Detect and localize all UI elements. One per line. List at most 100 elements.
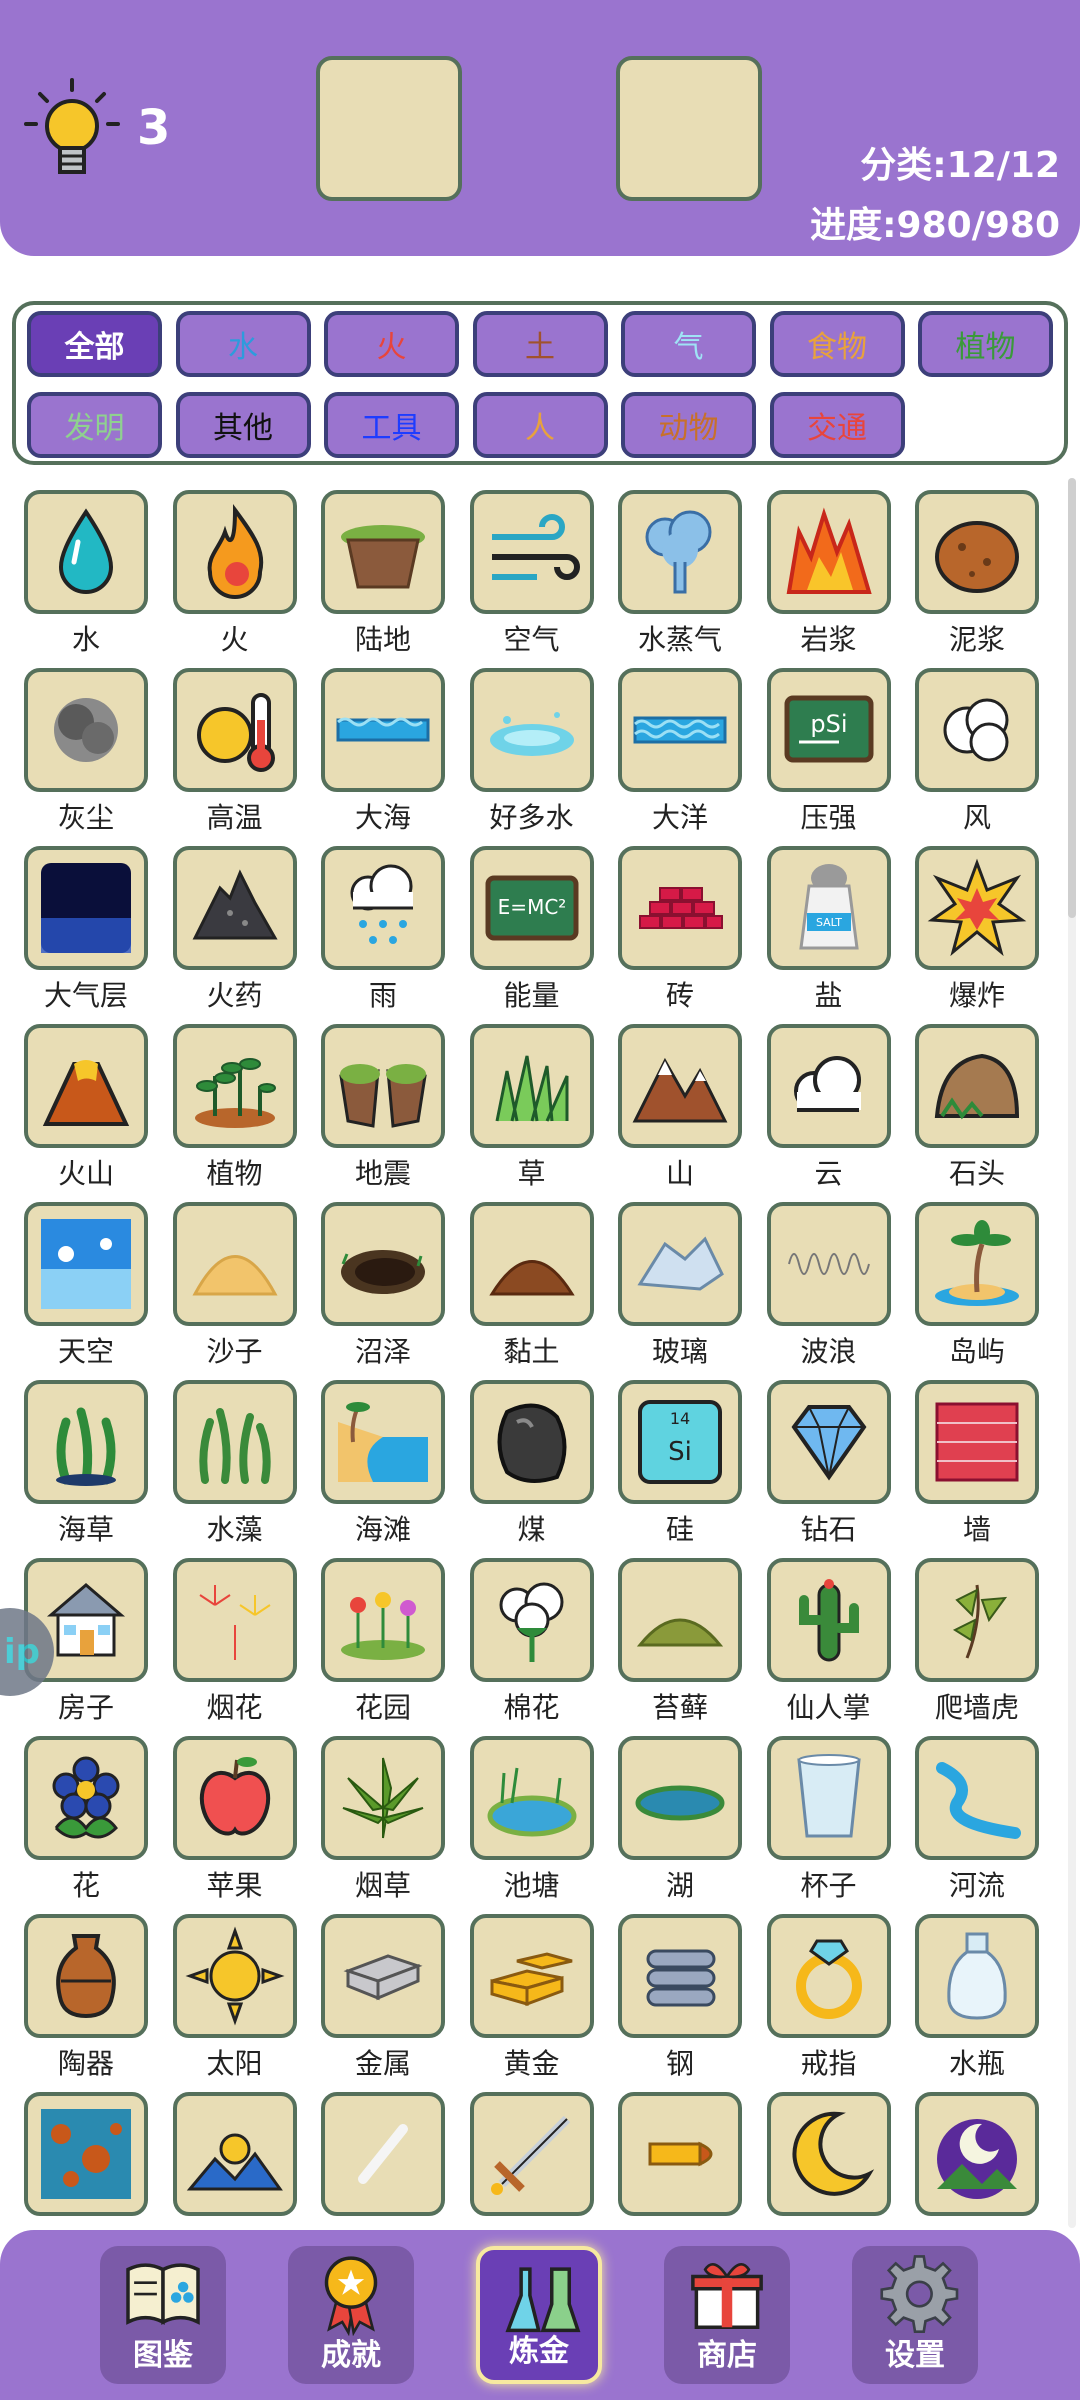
nav-item[interactable]: 商店 (664, 2246, 790, 2384)
element-item[interactable]: 陶器 (12, 1902, 160, 2080)
element-tile[interactable] (321, 1736, 445, 1860)
element-tile[interactable] (766, 1558, 891, 1682)
category-chip[interactable]: 人 (472, 392, 608, 458)
element-tile[interactable] (915, 1202, 1039, 1326)
element-item[interactable]: 黄金 (458, 1902, 606, 2080)
element-tile[interactable] (766, 1202, 891, 1326)
element-item[interactable]: 大气层 (12, 834, 160, 1012)
element-tile[interactable] (24, 1380, 148, 1504)
element-tile[interactable] (172, 1202, 297, 1326)
element-item[interactable] (903, 2080, 1051, 2230)
element-item[interactable] (755, 2080, 903, 2230)
element-item[interactable]: SALT 盐 (755, 834, 903, 1012)
element-tile[interactable] (321, 1024, 445, 1148)
element-item[interactable]: 玻璃 (606, 1190, 754, 1368)
element-tile[interactable] (618, 490, 742, 614)
category-chip[interactable]: 土 (472, 311, 608, 377)
element-item[interactable] (161, 2080, 309, 2230)
category-chip[interactable]: 水 (175, 311, 311, 377)
element-item[interactable]: pSi 压强 (755, 656, 903, 834)
element-tile[interactable] (469, 2092, 594, 2216)
category-chip[interactable]: 其他 (175, 392, 311, 458)
combine-slot-left[interactable] (316, 56, 462, 201)
element-tile[interactable] (915, 1914, 1039, 2038)
element-item[interactable]: 泥浆 (903, 478, 1051, 656)
combine-slot-right[interactable] (616, 56, 762, 201)
element-item[interactable] (309, 2080, 457, 2230)
element-tile[interactable] (766, 1024, 891, 1148)
element-tile[interactable] (915, 490, 1039, 614)
element-tile[interactable] (172, 490, 297, 614)
element-tile[interactable] (766, 490, 891, 614)
element-item[interactable]: 空气 (458, 478, 606, 656)
element-tile[interactable] (172, 1558, 297, 1682)
element-item[interactable] (12, 2080, 160, 2230)
element-item[interactable]: 高温 (161, 656, 309, 834)
element-tile[interactable] (915, 668, 1039, 792)
element-item[interactable]: 钢 (606, 1902, 754, 2080)
element-item[interactable]: 云 (755, 1012, 903, 1190)
element-tile[interactable] (469, 1558, 594, 1682)
element-item[interactable]: 太阳 (161, 1902, 309, 2080)
element-item[interactable]: 水 (12, 478, 160, 656)
element-tile[interactable] (172, 1736, 297, 1860)
element-tile[interactable] (618, 1736, 742, 1860)
element-tile[interactable] (469, 668, 594, 792)
element-item[interactable]: 杯子 (755, 1724, 903, 1902)
element-tile[interactable] (766, 1736, 891, 1860)
element-tile[interactable] (172, 2092, 297, 2216)
category-chip[interactable]: 工具 (324, 392, 459, 458)
element-tile[interactable] (321, 490, 445, 614)
element-tile[interactable] (321, 1380, 445, 1504)
element-tile[interactable] (24, 1736, 148, 1860)
element-tile[interactable] (172, 1380, 297, 1504)
element-item[interactable]: 海滩 (309, 1368, 457, 1546)
element-tile[interactable] (24, 490, 148, 614)
element-item[interactable]: 火山 (12, 1012, 160, 1190)
element-tile[interactable] (321, 846, 445, 970)
element-item[interactable]: E=MC² 能量 (458, 834, 606, 1012)
element-item[interactable]: 花园 (309, 1546, 457, 1724)
element-tile[interactable] (915, 1024, 1039, 1148)
category-chip[interactable]: 食物 (769, 311, 905, 377)
category-chip[interactable]: 植物 (918, 311, 1053, 377)
element-item[interactable]: 大洋 (606, 656, 754, 834)
nav-item[interactable]: 图鉴 (100, 2246, 226, 2384)
element-item[interactable]: 池塘 (458, 1724, 606, 1902)
element-item[interactable]: 海草 (12, 1368, 160, 1546)
element-grid[interactable]: 水 火 陆地 空气 水蒸气 岩浆 泥浆 灰尘 高温 大海 好多水 大洋 pSi 压强 风大气层 火药 雨 E=MC… (0, 478, 1080, 2230)
element-tile[interactable] (172, 668, 297, 792)
element-tile[interactable] (915, 846, 1039, 970)
element-item[interactable]: 雨 (309, 834, 457, 1012)
element-tile[interactable] (321, 1914, 445, 2038)
element-item[interactable]: 好多水 (458, 656, 606, 834)
element-tile[interactable] (766, 1914, 891, 2038)
element-tile[interactable] (172, 1914, 297, 2038)
element-tile[interactable] (915, 1558, 1039, 1682)
element-tile[interactable] (618, 1558, 742, 1682)
element-item[interactable]: 沙子 (161, 1190, 309, 1368)
element-tile[interactable] (915, 2092, 1039, 2216)
element-item[interactable]: 棉花 (458, 1546, 606, 1724)
element-item[interactable]: 14 Si 硅 (606, 1368, 754, 1546)
element-tile[interactable] (24, 1024, 148, 1148)
element-tile[interactable] (618, 1024, 742, 1148)
category-chip[interactable]: 交通 (769, 392, 905, 458)
element-tile[interactable] (24, 1914, 148, 2038)
element-item[interactable]: 烟花 (161, 1546, 309, 1724)
element-item[interactable]: 苹果 (161, 1724, 309, 1902)
element-tile[interactable] (915, 1380, 1039, 1504)
element-tile[interactable] (321, 668, 445, 792)
element-item[interactable]: 波浪 (755, 1190, 903, 1368)
element-tile[interactable] (766, 2092, 891, 2216)
element-tile[interactable] (469, 1202, 594, 1326)
element-item[interactable]: 湖 (606, 1724, 754, 1902)
element-item[interactable]: 草 (458, 1012, 606, 1190)
element-item[interactable] (458, 2080, 606, 2230)
element-tile[interactable] (469, 490, 594, 614)
element-item[interactable]: 墙 (903, 1368, 1051, 1546)
element-tile[interactable] (24, 668, 148, 792)
element-item[interactable]: 灰尘 (12, 656, 160, 834)
element-tile[interactable] (618, 2092, 742, 2216)
element-item[interactable]: 河流 (903, 1724, 1051, 1902)
